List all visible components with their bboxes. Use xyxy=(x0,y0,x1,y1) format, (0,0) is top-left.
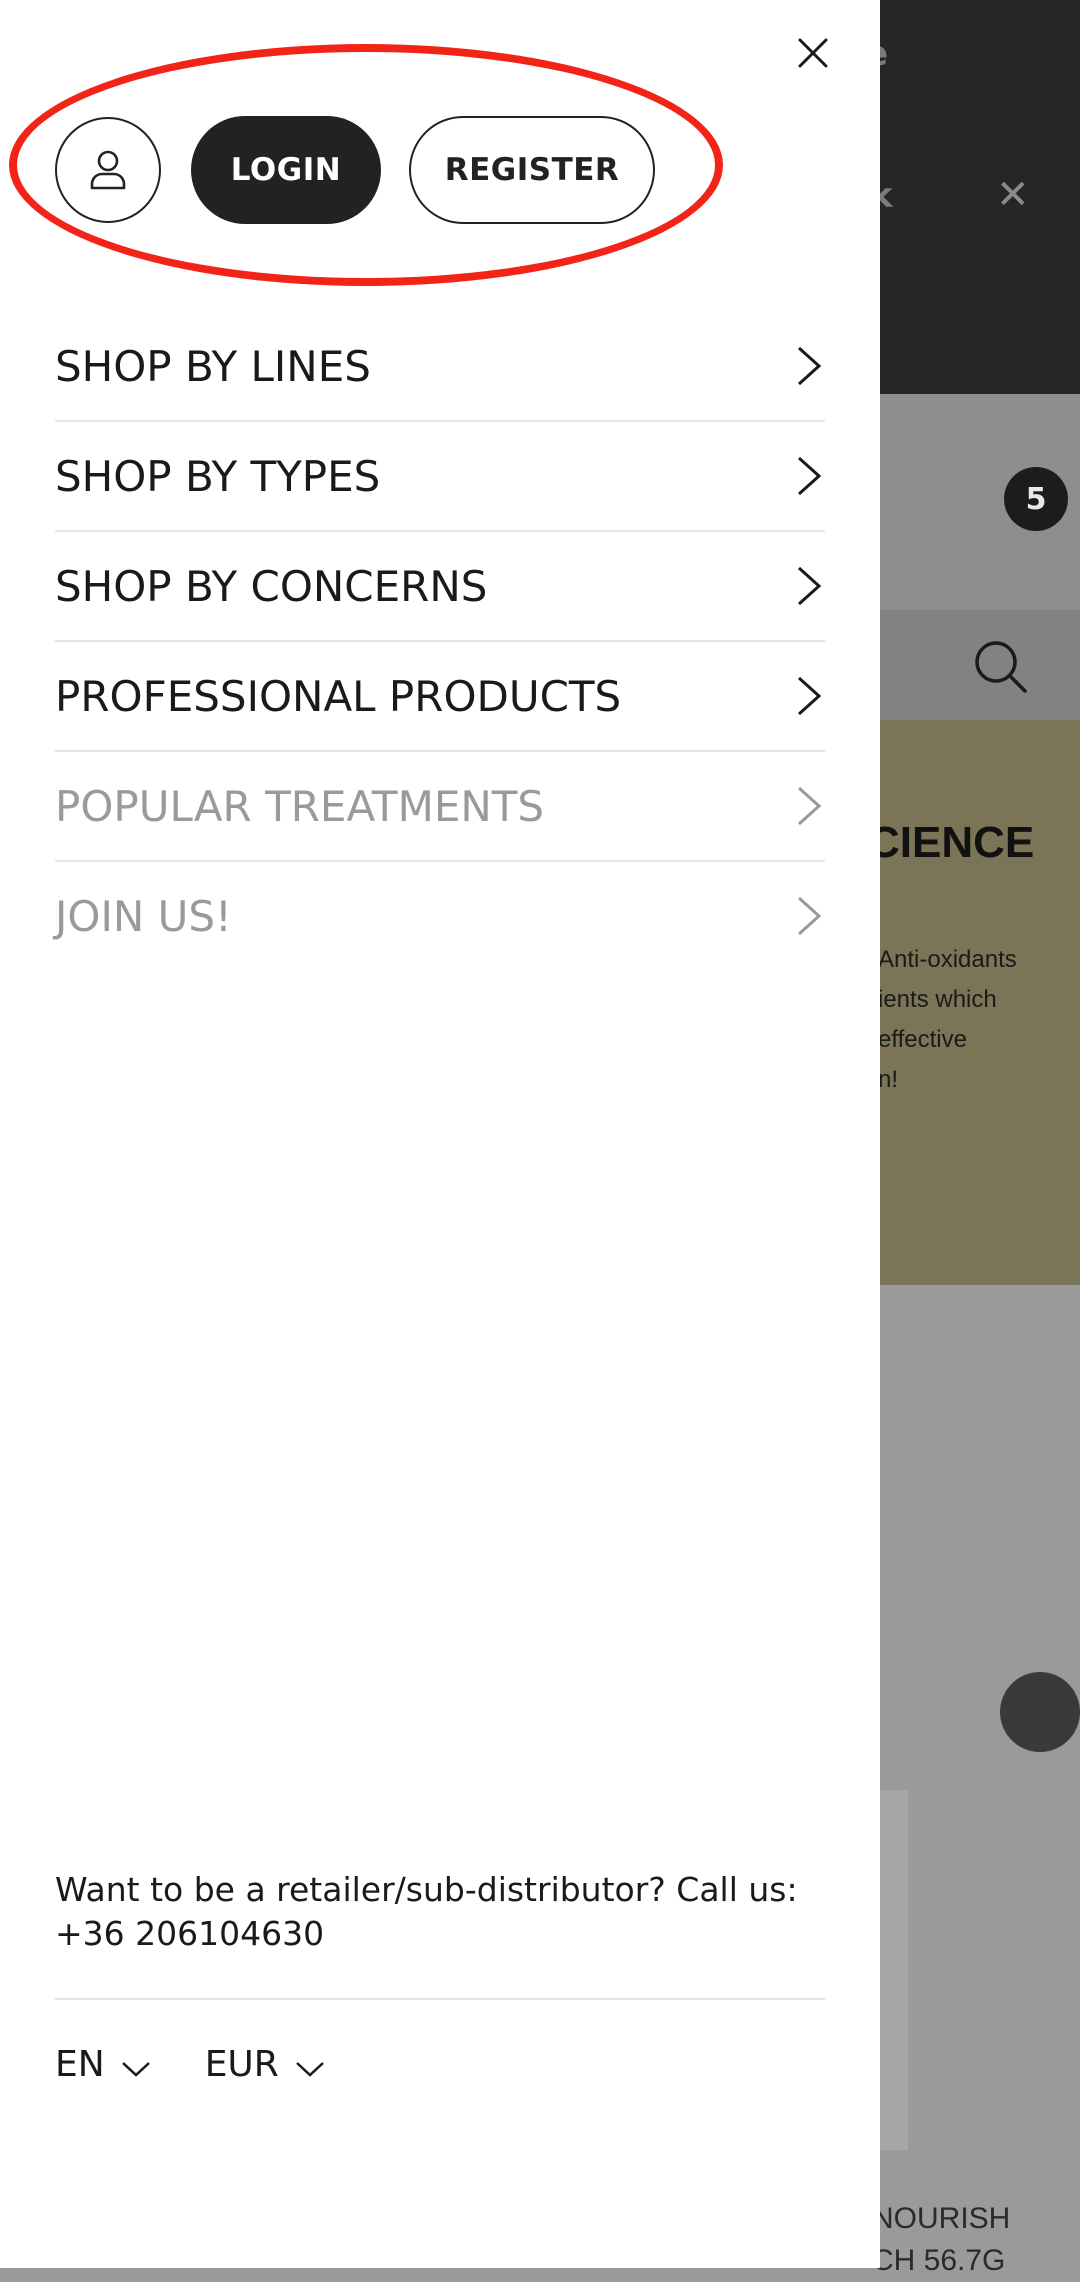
menu-item-label: PROFESSIONAL PRODUCTS xyxy=(55,671,622,721)
divider xyxy=(55,1998,825,2000)
menu-item-label: SHOP BY TYPES xyxy=(55,451,381,501)
product-name-line: NOURISH xyxy=(872,2202,1011,2235)
menu-item-join-us[interactable]: JOIN US! xyxy=(55,862,825,970)
menu-item-shop-by-lines[interactable]: SHOP BY LINES xyxy=(55,312,825,422)
locale-selectors: EN EUR xyxy=(55,2044,379,2085)
chevron-right-icon xyxy=(797,346,822,386)
menu-item-label: SHOP BY LINES xyxy=(55,341,371,391)
chevron-right-icon xyxy=(797,456,822,496)
menu-item-label: POPULAR TREATMENTS xyxy=(55,781,545,831)
login-button[interactable]: LOGIN xyxy=(191,116,381,224)
menu-item-shop-by-types[interactable]: SHOP BY TYPES xyxy=(55,422,825,532)
language-value: EN xyxy=(55,2044,105,2085)
banner-line: effective xyxy=(878,1026,967,1053)
background-close-icon: ✕ xyxy=(996,172,1030,218)
cart-count-badge: 5 xyxy=(1004,467,1068,531)
account-button[interactable] xyxy=(55,117,161,223)
main-menu: SHOP BY LINES SHOP BY TYPES SHOP BY CONC… xyxy=(55,312,825,970)
chevron-right-icon xyxy=(797,896,822,936)
retailer-text: Want to be a retailer/sub-distributor? C… xyxy=(55,1870,798,1909)
user-icon xyxy=(90,150,126,190)
chevron-right-icon xyxy=(797,786,822,826)
background-product-name: NOURISH CH 56.7G xyxy=(872,2198,1010,2282)
chevron-down-icon xyxy=(121,2061,150,2077)
chevron-right-icon xyxy=(797,566,822,606)
background-floating-button xyxy=(1000,1672,1080,1752)
search-icon xyxy=(975,641,1027,693)
menu-item-professional-products[interactable]: PROFESSIONAL PRODUCTS xyxy=(55,642,825,752)
close-icon[interactable] xyxy=(790,30,836,76)
menu-item-label: JOIN US! xyxy=(55,891,232,941)
language-selector[interactable]: EN xyxy=(55,2044,151,2085)
phone-number[interactable]: +36 206104630 xyxy=(55,1912,835,1956)
menu-item-label: SHOP BY CONCERNS xyxy=(55,561,488,611)
retailer-contact: Want to be a retailer/sub-distributor? C… xyxy=(55,1868,835,1956)
currency-selector[interactable]: EUR xyxy=(205,2044,325,2085)
banner-heading: CIENCE xyxy=(868,818,1035,867)
register-button[interactable]: REGISTER xyxy=(409,116,655,224)
product-name-line: CH 56.7G xyxy=(872,2244,1006,2277)
banner-line: Anti-oxidants xyxy=(878,946,1017,973)
chevron-down-icon xyxy=(295,2061,324,2077)
banner-text: Anti-oxidants ients which effective n! xyxy=(878,940,1017,1100)
menu-item-shop-by-concerns[interactable]: SHOP BY CONCERNS xyxy=(55,532,825,642)
account-actions: LOGIN REGISTER xyxy=(55,115,655,225)
currency-value: EUR xyxy=(204,2044,279,2085)
menu-item-popular-treatments[interactable]: POPULAR TREATMENTS xyxy=(55,752,825,862)
banner-line: n! xyxy=(878,1066,899,1093)
navigation-drawer: LOGIN REGISTER SHOP BY LINES SHOP BY TYP… xyxy=(0,0,880,2268)
banner-line: ients which xyxy=(878,986,997,1013)
chevron-right-icon xyxy=(797,676,822,716)
